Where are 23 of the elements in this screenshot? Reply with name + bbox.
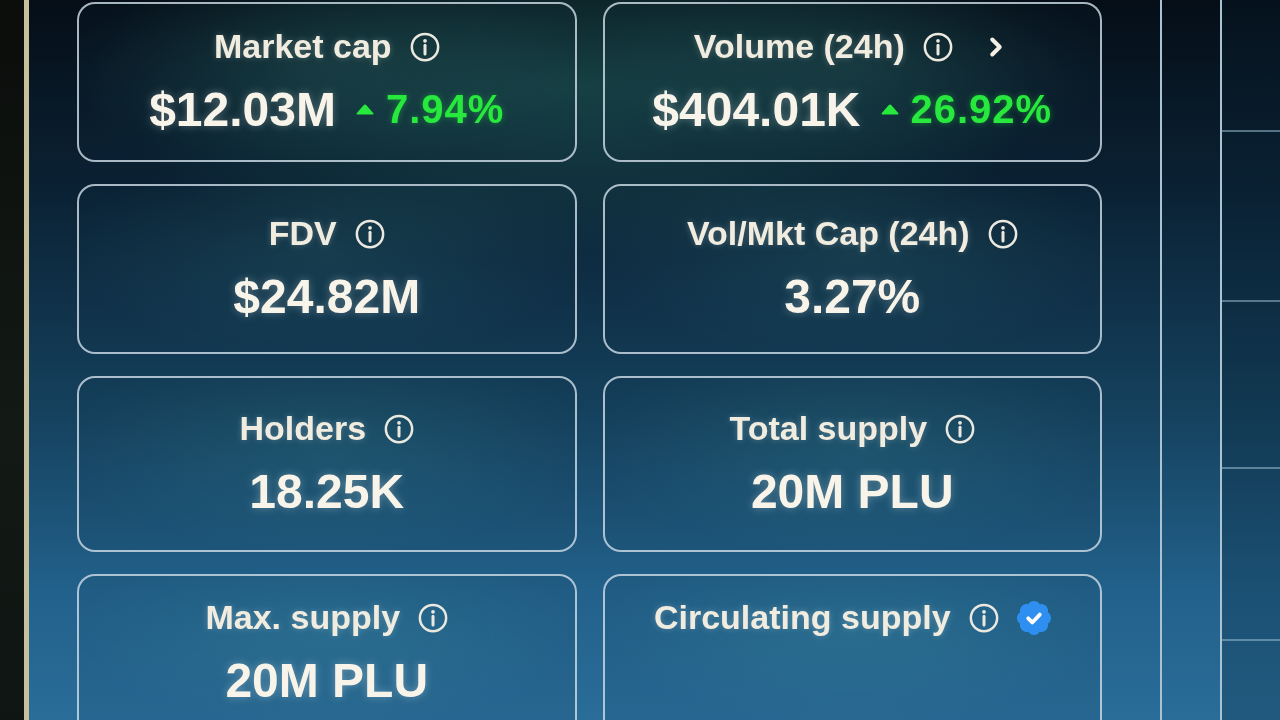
info-icon[interactable]: [354, 218, 385, 249]
stat-value: 20M PLU: [225, 653, 429, 708]
change-percent: 7.94%: [385, 87, 505, 132]
stat-value: 20M PLU: [750, 464, 954, 519]
info-icon[interactable]: [945, 413, 976, 444]
stat-value: 3.27%: [784, 269, 921, 324]
info-icon[interactable]: [409, 31, 440, 62]
stat-label: Holders: [239, 409, 367, 448]
stat-label: Vol/Mkt Cap (24h): [686, 214, 970, 253]
stat-label: Max. supply: [205, 598, 401, 637]
info-icon[interactable]: [922, 31, 953, 62]
stat-value: $404.01K: [652, 82, 861, 137]
stat-value: 18.25K: [249, 464, 405, 519]
change-percent: 26.92%: [910, 87, 1053, 132]
stat-label: Circulating supply: [653, 598, 951, 637]
stat-label: Total supply: [729, 409, 928, 448]
stat-label: FDV: [268, 214, 337, 253]
stat-value: $12.03M: [149, 82, 336, 137]
stat-label: Market cap: [213, 27, 392, 66]
info-icon[interactable]: [987, 218, 1018, 249]
info-icon[interactable]: [384, 413, 415, 444]
stat-value: $24.82M: [233, 269, 421, 324]
stat-label: Volume (24h): [693, 27, 905, 66]
